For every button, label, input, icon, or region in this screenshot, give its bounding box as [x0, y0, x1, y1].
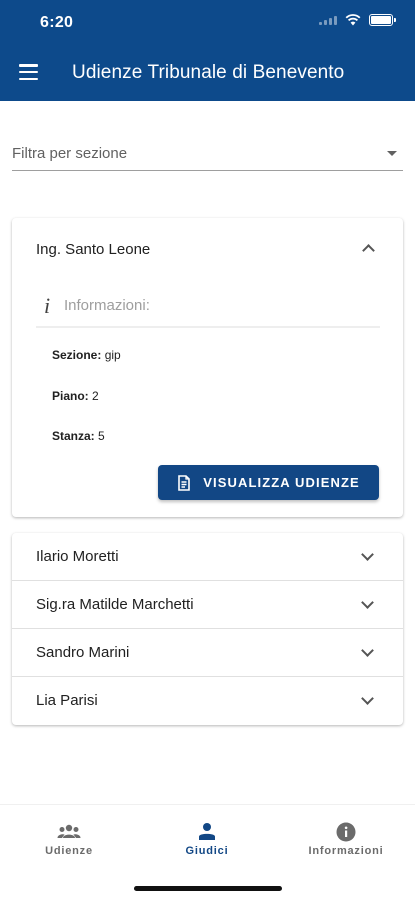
info-icon [336, 822, 356, 842]
chevron-up-icon[interactable] [362, 244, 375, 257]
detail-label: Piano: [52, 389, 89, 403]
detail-label: Sezione: [52, 348, 102, 362]
list-item[interactable]: Sig.ra Matilde Marchetti [12, 581, 403, 629]
status-icons [319, 14, 396, 26]
detail-value: gip [104, 348, 121, 362]
person-icon [199, 823, 215, 840]
judge-card-header[interactable]: Ing. Santo Leone [12, 218, 403, 280]
nav-label: Udienze [45, 845, 93, 857]
nav-item-giudici[interactable]: Giudici [138, 821, 276, 863]
dropdown-arrow-icon [387, 151, 397, 156]
document-icon [178, 474, 191, 491]
nav-item-informazioni[interactable]: Informazioni [277, 821, 415, 863]
menu-icon[interactable] [19, 64, 38, 80]
nav-label: Informazioni [308, 845, 384, 857]
button-label: VISUALIZZA UDIENZE [203, 475, 360, 490]
page-title: Udienze Tribunale di Benevento [72, 62, 345, 83]
judge-name: Ing. Santo Leone [36, 241, 151, 258]
wifi-icon [345, 14, 361, 26]
chevron-down-icon[interactable] [361, 644, 374, 657]
judge-list: Ilario Moretti Sig.ra Matilde Marchetti … [12, 533, 403, 725]
judge-name: Sig.ra Matilde Marchetti [36, 596, 194, 613]
detail-floor: Piano: 2 [52, 389, 99, 403]
chevron-down-icon[interactable] [361, 692, 374, 705]
detail-section: Sezione: gip [52, 348, 121, 362]
battery-icon [369, 14, 396, 26]
signal-icon [319, 15, 337, 25]
list-item[interactable]: Sandro Marini [12, 629, 403, 677]
chevron-down-icon[interactable] [361, 596, 374, 609]
judge-name: Sandro Marini [36, 644, 130, 661]
judge-card-expanded: Ing. Santo Leone i Informazioni: Sezione… [12, 218, 403, 517]
list-item[interactable]: Ilario Moretti [12, 533, 403, 581]
detail-value: 5 [98, 429, 105, 443]
group-icon [57, 824, 81, 838]
info-icon: i [44, 293, 51, 318]
app-bar: 6:20 Udienze Tribunale di Benevento [0, 0, 415, 101]
section-filter-select[interactable]: Filtra per sezione [12, 138, 403, 171]
judge-name: Ilario Moretti [36, 548, 119, 565]
chevron-down-icon[interactable] [361, 548, 374, 561]
nav-item-udienze[interactable]: Udienze [0, 821, 138, 863]
filter-placeholder: Filtra per sezione [12, 145, 128, 162]
detail-value: 2 [92, 389, 99, 403]
detail-label: Stanza: [52, 429, 95, 443]
status-time: 6:20 [40, 14, 74, 31]
nav-label: Giudici [185, 845, 229, 857]
info-header: i Informazioni: [36, 290, 380, 328]
info-label: Informazioni: [64, 297, 150, 314]
view-hearings-button[interactable]: VISUALIZZA UDIENZE [158, 465, 379, 500]
home-indicator[interactable] [134, 886, 282, 891]
list-item[interactable]: Lia Parisi [12, 677, 403, 725]
judge-name: Lia Parisi [36, 692, 98, 709]
detail-room: Stanza: 5 [52, 429, 105, 443]
